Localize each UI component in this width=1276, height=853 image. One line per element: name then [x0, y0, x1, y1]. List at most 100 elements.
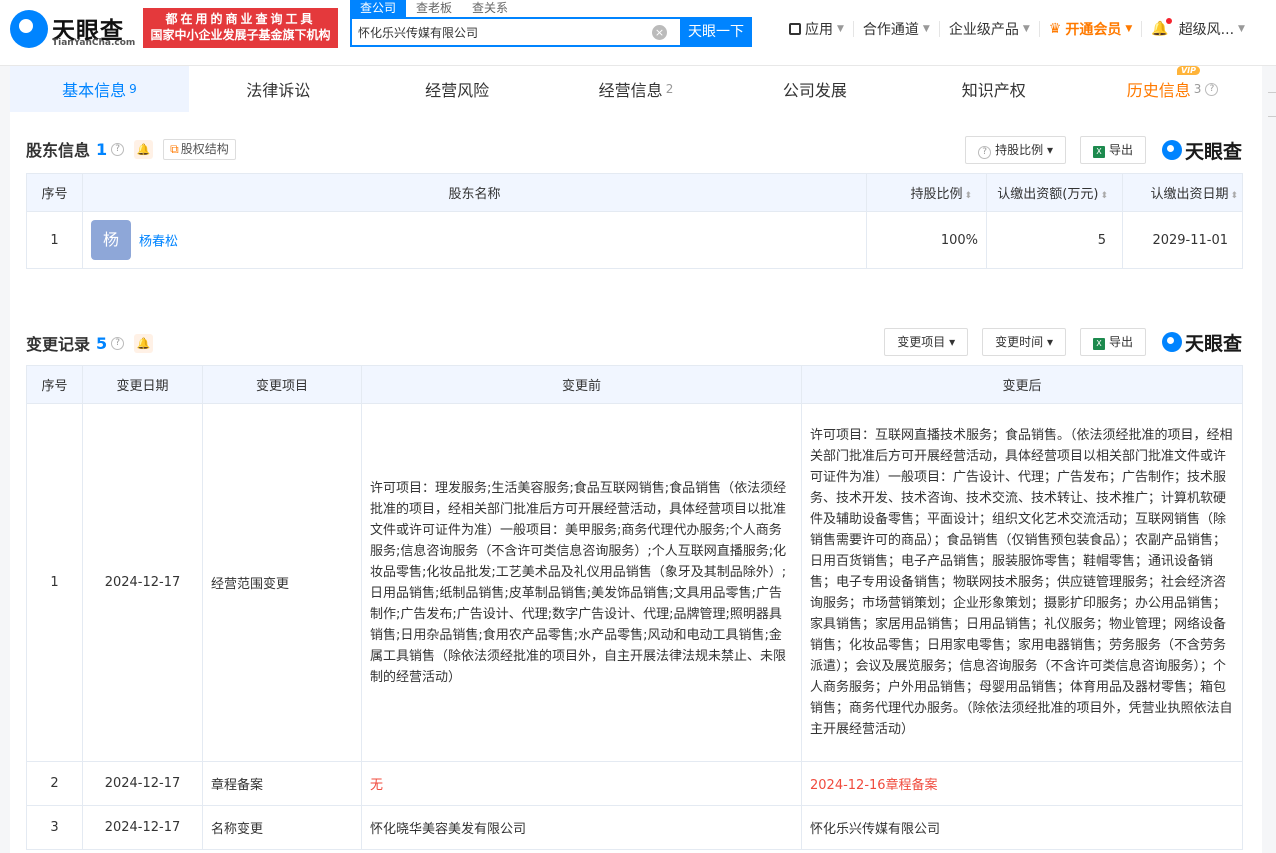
equity-structure-button[interactable]: ⧉ 股权结构 [163, 138, 236, 160]
tab-risk[interactable]: 经营风险 [368, 66, 547, 112]
chevron-down-icon: ▼ [1125, 24, 1133, 34]
chevron-down-icon: ▼ [1238, 24, 1245, 34]
tab-basic-info[interactable]: 基本信息 9 [10, 66, 189, 112]
caret-down-icon: ▾ [1043, 335, 1053, 349]
export-button[interactable]: X 导出 [1079, 136, 1146, 164]
tab-development[interactable]: 公司发展 [725, 66, 904, 112]
nav-partner[interactable]: 合作通道 ▼ [854, 21, 940, 38]
search-box: 怀化乐兴传媒有限公司 × 天眼一下 [350, 17, 752, 47]
clear-icon[interactable]: × [652, 25, 667, 40]
after-value: 2024-12-16章程备案 [801, 761, 1243, 806]
tab-count: 2 [665, 82, 674, 96]
logo-subtext: TianYanCha.com [52, 38, 136, 48]
monitor-bell-icon[interactable]: 🔔 [134, 139, 154, 159]
chevron-down-icon: ▼ [922, 24, 930, 34]
column-header: 股东名称 [82, 173, 867, 212]
section-count: 5 [96, 333, 108, 353]
change-time-dropdown[interactable]: 变更时间 ▾ [982, 328, 1066, 356]
apps-grid-icon [789, 23, 801, 35]
change-item: 名称变更 [202, 805, 362, 850]
ratio-cell: 100% [866, 211, 987, 269]
before-value: 无 [361, 761, 802, 806]
logo-eye-icon [10, 10, 48, 48]
row-index: 1 [26, 211, 83, 269]
chevron-down-icon: ▼ [1022, 24, 1030, 34]
column-header: 序号 [26, 173, 83, 212]
column-header: 序号 [26, 365, 83, 404]
nav-user[interactable]: 🔔 超级风... ▼ [1142, 18, 1254, 38]
tab-label: 经营信息 [598, 81, 663, 100]
nav-vip[interactable]: ♛ 开通会员 ▼ [1040, 21, 1143, 38]
changes-table: 序号 变更日期 变更项目 变更前 变更后 1 2024-12-17 经营范围变更… [26, 365, 1243, 850]
change-date: 2024-12-17 [82, 761, 203, 806]
help-icon: ? [978, 146, 992, 159]
tab-history[interactable]: VIP 历史信息 3? [1083, 66, 1262, 112]
caret-down-icon: ▾ [1043, 143, 1053, 157]
tianyancha-logo[interactable]: 天眼查 TianYanCha.com [10, 10, 135, 50]
table-header-row: 序号 股东名称 持股比例 ⬍ 认缴出资额(万元) ⬍ 认缴出资日期 ⬍ [26, 173, 1243, 212]
column-header-ratio[interactable]: 持股比例 ⬍ [866, 173, 987, 212]
search-tab-relation[interactable]: 查关系 [462, 0, 518, 17]
change-date: 2024-12-17 [82, 403, 203, 762]
notification-dot [1165, 18, 1172, 24]
column-label: 认缴出资日期 [1150, 187, 1229, 202]
search-button[interactable]: 天眼一下 [680, 17, 752, 47]
bell-icon[interactable]: 🔔 [1151, 18, 1172, 37]
export-label: 导出 [1108, 335, 1133, 349]
after-value: 怀化乐兴传媒有限公司 [801, 805, 1243, 850]
ratio-filter-label: 持股比例 [995, 143, 1044, 157]
help-icon[interactable]: ? [1205, 82, 1219, 96]
column-header-amount[interactable]: 认缴出资额(万元) ⬍ [986, 173, 1123, 212]
column-header: 变更日期 [82, 365, 203, 404]
monitor-bell-icon[interactable]: 🔔 [134, 333, 154, 353]
slogan-line-1: 都在用的商业查询工具 [165, 12, 316, 26]
tab-ip[interactable]: 知识产权 [904, 66, 1083, 112]
search-input[interactable]: 怀化乐兴传媒有限公司 [358, 24, 478, 41]
help-icon[interactable]: ? [111, 142, 125, 156]
tianyancha-brand: 天眼查 [1161, 329, 1242, 356]
tab-count: 3 [1193, 82, 1202, 96]
table-row: 2 2024-12-17 章程备案 无 2024-12-16章程备案 [26, 761, 1243, 806]
brand-label: 天眼查 [1184, 140, 1242, 163]
tab-count: 9 [129, 82, 137, 96]
crown-icon: ♛ [1048, 21, 1062, 37]
shareholder-cell: 杨杨春松 [82, 211, 867, 269]
avatar: 杨 [91, 220, 131, 260]
nav-enterprise-label: 企业级产品 [948, 22, 1019, 38]
vip-badge: VIP [1176, 66, 1201, 75]
shareholders-header: 股东信息 1 ? 🔔 ⧉ 股权结构 [26, 137, 236, 161]
amount-cell: 5 [986, 211, 1123, 269]
after-value: 许可项目：互联网直播技术服务；食品销售。（依法须经批准的项目，经相关部门批准后方… [801, 403, 1243, 762]
top-nav: 应用 ▼ 合作通道 ▼ 企业级产品 ▼ ♛ 开通会员 ▼ 🔔 超级风... ▼ [780, 18, 1254, 38]
shareholder-name-link[interactable]: 杨春松 [139, 235, 178, 250]
tab-label: 法律诉讼 [246, 81, 311, 100]
tab-label: 公司发展 [782, 81, 847, 100]
ratio-filter-dropdown[interactable]: ? 持股比例 ▾ [965, 136, 1066, 164]
change-item: 章程备案 [202, 761, 362, 806]
table-header-row: 序号 变更日期 变更项目 变更前 变更后 [26, 365, 1243, 404]
side-scroll-marks [1268, 92, 1276, 152]
company-tabs: 基本信息 9 法律诉讼 经营风险 经营信息 2 公司发展 知识产权 VIP 历史信息 3… [10, 66, 1262, 112]
search-tab-boss[interactable]: 查老板 [406, 0, 462, 17]
search-tab-company[interactable]: 查公司 [350, 0, 407, 17]
shareholders-tools: ? 持股比例 ▾ X 导出 天眼查 [951, 136, 1242, 164]
nav-apps-label: 应用 [805, 22, 833, 38]
export-button[interactable]: X 导出 [1079, 328, 1146, 356]
tab-business[interactable]: 经营信息 2 [547, 66, 726, 112]
sort-icon: ⬍ [1230, 191, 1238, 201]
column-header-date[interactable]: 认缴出资日期 ⬍ [1122, 173, 1243, 212]
slogan-line-2: 国家中小企业发展子基金旗下机构 [150, 28, 331, 42]
change-item-dropdown[interactable]: 变更项目 ▾ [884, 328, 969, 356]
brand-label: 天眼查 [1184, 332, 1242, 355]
change-date: 2024-12-17 [82, 805, 203, 850]
shareholders-table: 序号 股东名称 持股比例 ⬍ 认缴出资额(万元) ⬍ 认缴出资日期 ⬍ 1 杨杨春松 … [26, 173, 1243, 269]
tab-legal[interactable]: 法律诉讼 [189, 66, 368, 112]
nav-apps[interactable]: 应用 ▼ [780, 21, 854, 38]
nav-enterprise[interactable]: 企业级产品 ▼ [940, 21, 1040, 38]
help-icon[interactable]: ? [111, 336, 125, 350]
changes-tools: 变更项目 ▾ 变更时间 ▾ X 导出 天眼查 [870, 328, 1242, 356]
change-item: 经营范围变更 [202, 403, 362, 762]
column-header: 变更前 [361, 365, 802, 404]
section-count: 1 [96, 139, 108, 159]
sort-icon: ⬍ [1100, 191, 1108, 201]
